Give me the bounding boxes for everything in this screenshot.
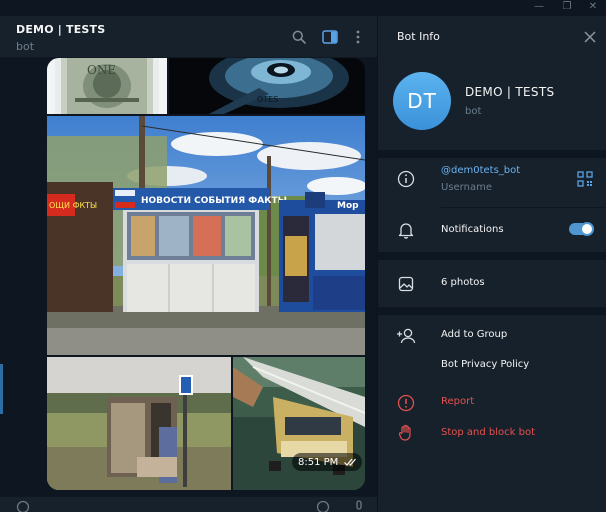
microphone-icon[interactable] bbox=[352, 500, 366, 512]
avatar[interactable]: DT bbox=[393, 72, 451, 130]
section-separator bbox=[378, 252, 606, 260]
photo-news-kiosk[interactable]: ОЩИ ФКТЫ НОВОСТИ СОБЫТИЯ ФАКТЫ Мор bbox=[47, 116, 365, 355]
chat-title: DEMO | TESTS bbox=[16, 23, 106, 36]
window-close-button[interactable]: ✕ bbox=[580, 0, 606, 14]
minimize-button[interactable]: — bbox=[526, 0, 552, 14]
emoji-icon[interactable] bbox=[316, 500, 330, 512]
toggle-knob bbox=[580, 222, 594, 236]
row-divider bbox=[441, 207, 606, 208]
chat-scrollbar[interactable] bbox=[0, 58, 3, 512]
section-separator bbox=[378, 150, 606, 158]
profile-status: bot bbox=[465, 106, 482, 117]
info-panel-title: Bot Info bbox=[397, 30, 440, 43]
more-vertical-icon[interactable] bbox=[349, 28, 367, 46]
right-sign-text: Мор bbox=[337, 201, 359, 211]
search-icon[interactable] bbox=[290, 28, 308, 46]
kiosk-sign-text: НОВОСТИ СОБЫТИЯ ФАКТЫ bbox=[141, 196, 287, 206]
bot-privacy-policy-button[interactable]: Bot Privacy Policy bbox=[441, 359, 529, 370]
add-user-icon bbox=[396, 326, 416, 346]
info-panel-header: Bot Info bbox=[378, 16, 606, 58]
report-button[interactable]: Report bbox=[441, 396, 474, 407]
scroll-thumb[interactable] bbox=[0, 364, 3, 414]
info-icon bbox=[396, 169, 416, 189]
message-time: 8:51 PM bbox=[298, 456, 339, 468]
message-composer[interactable] bbox=[0, 496, 377, 512]
add-to-group-button[interactable]: Add to Group bbox=[441, 329, 507, 340]
svg-text:ONE: ONE bbox=[87, 63, 116, 77]
chat-header[interactable]: DEMO | TESTS bot bbox=[0, 16, 377, 58]
photo-bus-stop[interactable] bbox=[47, 357, 231, 490]
username-label: Username bbox=[441, 182, 492, 193]
media-photos-link[interactable]: 6 photos bbox=[441, 277, 485, 288]
notifications-toggle[interactable] bbox=[569, 222, 594, 236]
photo-album-message[interactable]: ONE OTES ОЩИ ФКТЫ НОВОСТИ СОБЫТИЯ ФАКТЫ … bbox=[47, 58, 365, 490]
alert-circle-icon bbox=[396, 393, 416, 413]
chat-subtitle: bot bbox=[16, 40, 35, 53]
telegram-window: — ❐ ✕ DEMO | TESTS bot ONE OTES ОЩИ ФКТЫ… bbox=[0, 0, 606, 512]
message-time-badge: 8:51 PM bbox=[292, 453, 362, 471]
qr-code-icon[interactable] bbox=[577, 171, 593, 187]
profile-name: DEMO | TESTS bbox=[465, 85, 555, 99]
bell-icon bbox=[396, 220, 416, 240]
sidebar-panel-icon[interactable] bbox=[321, 28, 339, 46]
image-icon bbox=[396, 274, 416, 294]
close-icon[interactable] bbox=[581, 28, 599, 46]
stop-and-block-bot-button[interactable]: Stop and block bot bbox=[441, 427, 535, 438]
window-titlebar: — ❐ ✕ bbox=[0, 0, 606, 16]
username-link[interactable]: @dem0tets_bot bbox=[441, 165, 520, 176]
double-check-icon bbox=[344, 458, 357, 466]
avatar-initials: DT bbox=[407, 89, 437, 113]
photo-hard-drive[interactable]: OTES bbox=[169, 58, 365, 114]
bot-info-panel: Bot Info DT DEMO | TESTS bot @dem0tets_b… bbox=[378, 16, 606, 512]
chat-area: DEMO | TESTS bot ONE OTES ОЩИ ФКТЫ НОВОС… bbox=[0, 16, 377, 512]
svg-text:OTES: OTES bbox=[257, 95, 278, 104]
left-sign-text: ОЩИ ФКТЫ bbox=[49, 201, 97, 210]
maximize-button[interactable]: ❐ bbox=[554, 0, 580, 14]
notifications-label: Notifications bbox=[441, 224, 504, 235]
section-separator bbox=[378, 307, 606, 315]
attach-icon[interactable] bbox=[16, 500, 30, 512]
photo-dollar-bill[interactable]: ONE bbox=[47, 58, 167, 114]
hand-stop-icon bbox=[396, 423, 416, 443]
